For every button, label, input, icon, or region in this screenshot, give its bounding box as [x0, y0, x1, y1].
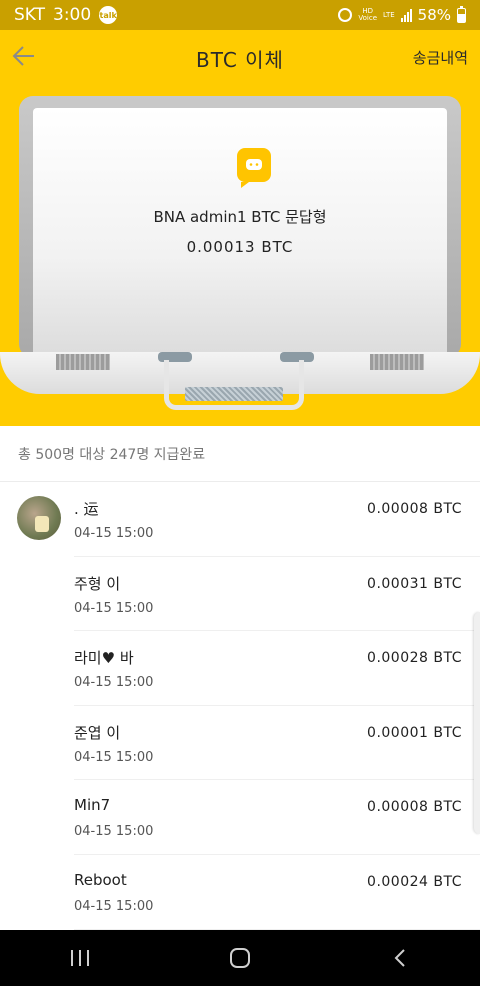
recipient-time: 04-15 15:00: [74, 898, 154, 914]
alarm-icon: [338, 8, 353, 22]
recent-apps-button[interactable]: [50, 938, 110, 978]
payout-summary: 총 500명 대상 247명 지급완료: [0, 426, 480, 482]
list-item[interactable]: 주형 이 04-15 15:00 0.00031 BTC: [0, 557, 480, 632]
recipient-name: Reboot: [74, 870, 127, 889]
lte-indicator: LTE: [383, 10, 395, 19]
vent-right: [370, 354, 424, 370]
bundle-name: BNA admin1 BTC 문답형: [153, 208, 327, 226]
handle-grip: [185, 387, 283, 401]
home-icon: [230, 948, 250, 968]
chevron-left-icon: [394, 949, 405, 967]
carrier-label: SKT: [14, 5, 46, 25]
signal-icon: [400, 8, 412, 22]
chat-logo-icon: [237, 148, 271, 188]
recipient-time: 04-15 15:00: [74, 675, 154, 691]
avatar: [17, 496, 61, 540]
laptop-base: [0, 352, 480, 410]
transfer-history-link[interactable]: 송금내역: [413, 47, 468, 68]
recipient-name: Min7: [74, 796, 111, 815]
recipient-amount: 0.00024 BTC: [367, 873, 462, 890]
hero-header: BTC 이체 송금내역 BNA admin1 BTC 문답형 0.00013 B…: [0, 30, 480, 426]
home-button[interactable]: [210, 938, 270, 978]
recipient-name: 라미♥ 바: [74, 649, 134, 668]
list-item[interactable]: . 运 04-15 15:00 0.00008 BTC: [0, 482, 480, 557]
recipient-list: . 运 04-15 15:00 0.00008 BTC 주형 이 04-15 1…: [0, 482, 480, 930]
talk-notification-icon: talk: [99, 6, 118, 24]
back-button[interactable]: [370, 938, 430, 978]
list-item[interactable]: Min7 04-15 15:00 0.00008 BTC: [0, 780, 480, 855]
laptop-handle: [164, 360, 304, 410]
bundle-amount: 0.00013 BTC: [186, 238, 294, 256]
page-title: BTC 이체: [196, 48, 284, 72]
volte-indicator: HD Voice: [358, 7, 378, 22]
recipient-amount: 0.00031 BTC: [367, 575, 462, 592]
navigation-bar: [0, 930, 480, 986]
laptop-screen: BNA admin1 BTC 문답형 0.00013 BTC: [33, 108, 447, 356]
recent-apps-icon: [71, 950, 89, 966]
battery-icon: [457, 5, 466, 23]
recipient-name: 주형 이: [74, 574, 121, 593]
recipient-time: 04-15 15:00: [74, 824, 154, 840]
recipient-amount: 0.00001 BTC: [367, 724, 462, 741]
recipient-amount: 0.00008 BTC: [367, 799, 462, 816]
recipient-name: . 运: [74, 500, 99, 518]
recipient-amount: 0.00008 BTC: [367, 501, 462, 517]
laptop-illustration: BNA admin1 BTC 문답형 0.00013 BTC: [19, 96, 461, 358]
recipient-amount: 0.00028 BTC: [367, 650, 462, 667]
vent-left: [56, 354, 110, 370]
list-item[interactable]: 라미♥ 바 04-15 15:00 0.00028 BTC: [0, 631, 480, 706]
clock: 3:00: [53, 5, 92, 25]
status-bar: SKT 3:00 talk HD Voice LTE 58%: [0, 0, 480, 30]
recipient-time: 04-15 15:00: [74, 749, 154, 765]
battery-percent: 58%: [417, 6, 451, 24]
recipient-time: 04-15 15:00: [74, 600, 154, 616]
edge-panel-handle[interactable]: [474, 612, 480, 834]
recipient-name: 준엽 이: [74, 723, 121, 742]
list-item[interactable]: Reboot 04-15 15:00 0.00024 BTC: [0, 855, 480, 930]
recipient-time: 04-15 15:00: [74, 526, 154, 541]
list-item[interactable]: 준엽 이 04-15 15:00 0.00001 BTC: [0, 706, 480, 781]
